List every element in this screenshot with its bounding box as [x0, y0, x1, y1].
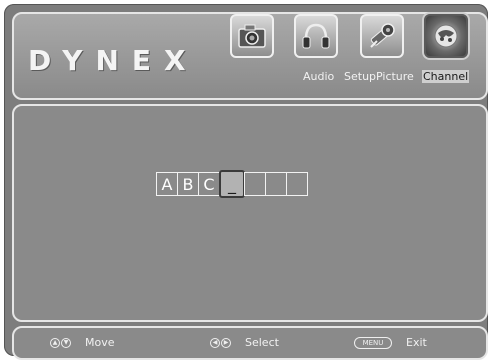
tab-label-picture: Picture [376, 70, 414, 83]
tab-label-setup: Setup [344, 70, 377, 83]
hint-exit: MENU Exit [354, 336, 427, 349]
content-panel [12, 104, 488, 322]
hint-select-label: Select [245, 336, 279, 349]
hint-select: ◀ ▶ Select [210, 336, 279, 349]
name-char-cell[interactable]: B [177, 172, 199, 196]
right-arrow-icon: ▶ [221, 337, 231, 348]
headphones-icon [302, 23, 330, 49]
dynex-logo: DYNEX [28, 44, 199, 77]
down-arrow-icon: ▼ [61, 337, 71, 348]
settings-icon [370, 23, 395, 48]
up-arrow-icon: ▲ [50, 337, 60, 348]
tab-audio[interactable] [294, 14, 338, 58]
tab-channel[interactable] [424, 14, 468, 58]
tv-screen: DYNEX Audio Setup Picture Channel A B C … [4, 4, 488, 360]
camera-icon [238, 24, 266, 48]
name-char-cell[interactable] [286, 172, 308, 196]
name-char-cell-cursor[interactable]: _ [219, 170, 245, 198]
name-char-cell[interactable] [265, 172, 287, 196]
channel-name-entry: A B C _ [156, 170, 308, 198]
name-char-cell[interactable] [244, 172, 266, 196]
left-arrow-icon: ◀ [210, 337, 220, 348]
name-char-cell[interactable]: A [156, 172, 178, 196]
footer-hints: ▲ ▼ Move ◀ ▶ Select MENU Exit [12, 326, 488, 360]
hint-exit-label: Exit [406, 336, 427, 349]
tab-label-channel: Channel [422, 70, 470, 83]
channel-icon [434, 24, 458, 48]
tab-photo[interactable] [230, 14, 274, 58]
hint-move: ▲ ▼ Move [50, 336, 115, 349]
name-char-cell[interactable]: C [198, 172, 220, 196]
menu-key-icon: MENU [354, 336, 392, 349]
tab-label-audio: Audio [303, 70, 335, 83]
tab-setup[interactable] [360, 14, 404, 58]
hint-move-label: Move [85, 336, 115, 349]
